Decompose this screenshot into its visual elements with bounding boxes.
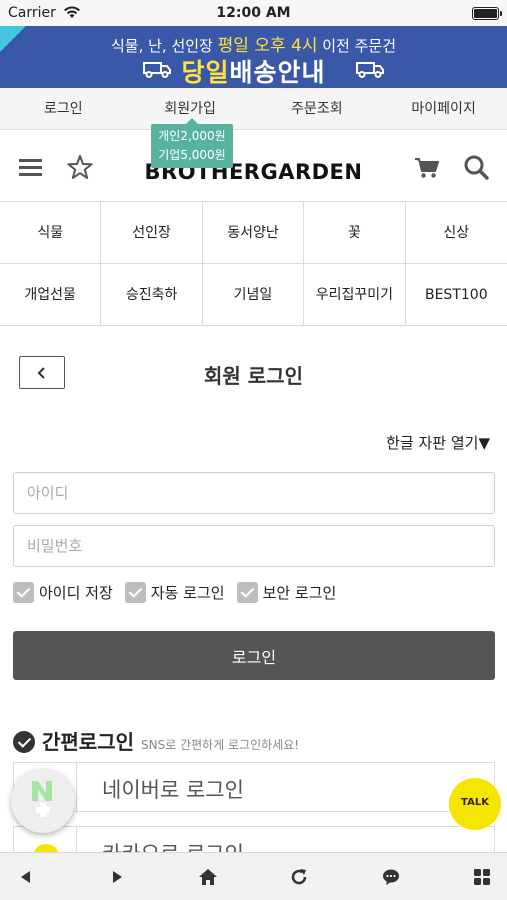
category-plants[interactable]: 식물 xyxy=(0,202,102,264)
nav-order-lookup-link[interactable]: 주문조회 xyxy=(254,88,381,129)
chat-bubble-icon[interactable] xyxy=(381,867,401,887)
battery-icon xyxy=(472,7,502,20)
nav-login-link[interactable]: 로그인 xyxy=(0,88,127,129)
browser-toolbar xyxy=(0,852,507,900)
category-home-decor[interactable]: 우리집꾸미기 xyxy=(304,264,406,326)
category-anniversary[interactable]: 기념일 xyxy=(202,264,305,326)
status-bar: Carrier 12:00 AM xyxy=(0,0,507,26)
checkbox-checked-icon xyxy=(124,582,146,603)
back-arrow-icon[interactable] xyxy=(16,867,36,887)
clock: 12:00 AM xyxy=(216,5,291,21)
user-id-input[interactable] xyxy=(13,472,495,514)
divider xyxy=(76,763,77,813)
category-orchids[interactable]: 동서양난 xyxy=(202,202,305,264)
apps-grid-icon[interactable] xyxy=(472,867,492,887)
divider xyxy=(76,827,77,852)
site-header: BROTHERGARDEN xyxy=(0,131,507,201)
category-flowers[interactable]: 꽃 xyxy=(304,202,406,264)
korean-keyboard-toggle[interactable]: 한글 자판 열기▼ xyxy=(386,432,490,453)
category-cactus[interactable]: 선인장 xyxy=(101,202,203,264)
secure-login-checkbox[interactable]: 보안 로그인 xyxy=(236,582,336,603)
search-icon[interactable] xyxy=(462,153,490,181)
home-icon[interactable] xyxy=(198,867,218,887)
naver-login-button[interactable]: 네이버로 로그인 xyxy=(13,762,495,813)
category-new[interactable]: 신상 xyxy=(405,202,507,264)
cart-icon[interactable] xyxy=(413,153,441,181)
checkbox-checked-icon xyxy=(236,582,258,603)
kakao-login-button[interactable]: 카카오로 로그인 xyxy=(13,826,495,852)
check-circle-icon xyxy=(13,731,35,753)
category-promotion[interactable]: 승진축하 xyxy=(101,264,203,326)
category-grid: 식물 선인장 동서양난 꽃 신상 개업선물 승진축하 기념일 우리집꾸미기 BE… xyxy=(0,201,507,326)
login-button[interactable]: 로그인 xyxy=(13,631,495,680)
banner-line2: 당일배송안내 xyxy=(181,58,326,87)
signup-bonus-tooltip: 개인2,000원 기업5,000원 xyxy=(151,118,233,168)
refresh-icon[interactable] xyxy=(289,867,309,887)
auto-login-checkbox[interactable]: 자동 로그인 xyxy=(124,582,225,603)
save-id-checkbox[interactable]: 아이디 저장 xyxy=(13,582,113,603)
category-opening-gift[interactable]: 개업선물 xyxy=(0,264,102,326)
naver-floating-button[interactable] xyxy=(11,769,75,833)
nav-mypage-link[interactable]: 마이페이지 xyxy=(380,88,507,129)
kakao-talk-button[interactable]: TALK xyxy=(449,778,501,830)
page-title: 회원 로그인 xyxy=(204,364,303,388)
checkbox-checked-icon xyxy=(13,582,34,603)
naver-n-plus-icon xyxy=(32,781,52,817)
password-input[interactable] xyxy=(13,525,495,567)
forward-arrow-icon[interactable] xyxy=(107,867,127,887)
category-best100[interactable]: BEST100 xyxy=(405,264,507,326)
sns-login-heading: 간편로그인 SNS로 간편하게 로그인하세요! xyxy=(13,726,299,755)
top-nav: 로그인 회원가입 주문조회 마이페이지 xyxy=(0,88,507,130)
kakao-logo-icon xyxy=(34,844,58,852)
delivery-banner[interactable]: 식물, 난, 선인장 평일 오후 4시 이전 주문건 당일배송안내 xyxy=(0,26,507,88)
login-options: 아이디 저장 자동 로그인 보안 로그인 xyxy=(13,582,336,603)
truck-icon xyxy=(356,62,384,78)
